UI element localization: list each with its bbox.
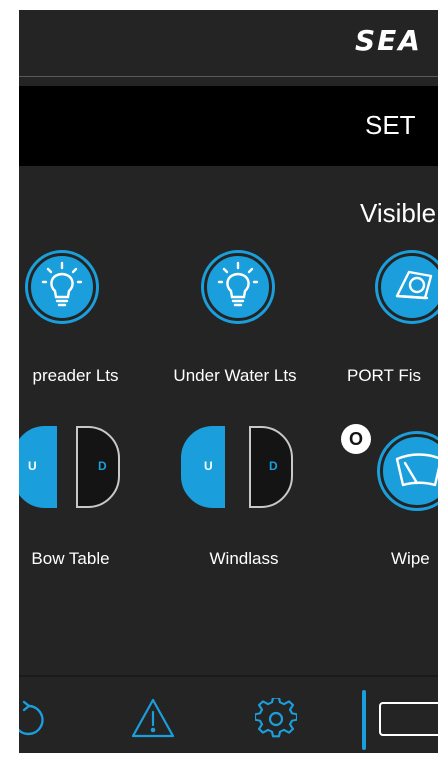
wiper-icon bbox=[395, 453, 438, 487]
tile-label: Under Water Lts bbox=[173, 366, 297, 385]
refresh-icon[interactable] bbox=[19, 698, 49, 742]
tile-label: Bow Table bbox=[31, 549, 110, 568]
nav-divider bbox=[362, 690, 366, 750]
spreader-lights-button[interactable] bbox=[28, 253, 96, 321]
up-label: U bbox=[204, 459, 213, 473]
bow-table-up-button[interactable]: U bbox=[19, 426, 57, 508]
bow-table-down-button[interactable]: D bbox=[76, 426, 120, 508]
windlass-down-button[interactable]: D bbox=[249, 426, 293, 508]
tile-label: Windlass bbox=[209, 549, 279, 568]
gear-icon[interactable] bbox=[255, 698, 297, 740]
brand-logo: SEA bbox=[355, 24, 422, 57]
fish-icon bbox=[395, 270, 433, 300]
down-label: D bbox=[269, 459, 278, 473]
bottom-divider bbox=[19, 675, 438, 677]
app-screen: SEA SET Visible preader Lts Under Water … bbox=[19, 10, 438, 753]
tile-label: PORT Fis bbox=[347, 366, 421, 385]
top-bar: SEA bbox=[19, 10, 438, 76]
top-divider bbox=[19, 76, 438, 77]
lightbulb-icon bbox=[41, 261, 83, 307]
tile-label: Wipe bbox=[391, 549, 430, 568]
underwater-lights-button[interactable] bbox=[204, 253, 272, 321]
warning-icon[interactable] bbox=[129, 696, 177, 740]
section-label-visible: Visible bbox=[360, 198, 437, 228]
wiper-button[interactable] bbox=[380, 434, 438, 508]
status-badge: O bbox=[341, 424, 371, 454]
tile-label: preader Lts bbox=[32, 366, 119, 385]
lightbulb-icon bbox=[217, 261, 259, 307]
down-label: D bbox=[98, 459, 107, 473]
page-title: SET bbox=[365, 110, 416, 140]
up-label: U bbox=[28, 459, 37, 473]
port-fish-button[interactable] bbox=[378, 253, 438, 321]
nav-display-box[interactable] bbox=[379, 702, 438, 736]
windlass-up-button[interactable]: U bbox=[181, 426, 225, 508]
